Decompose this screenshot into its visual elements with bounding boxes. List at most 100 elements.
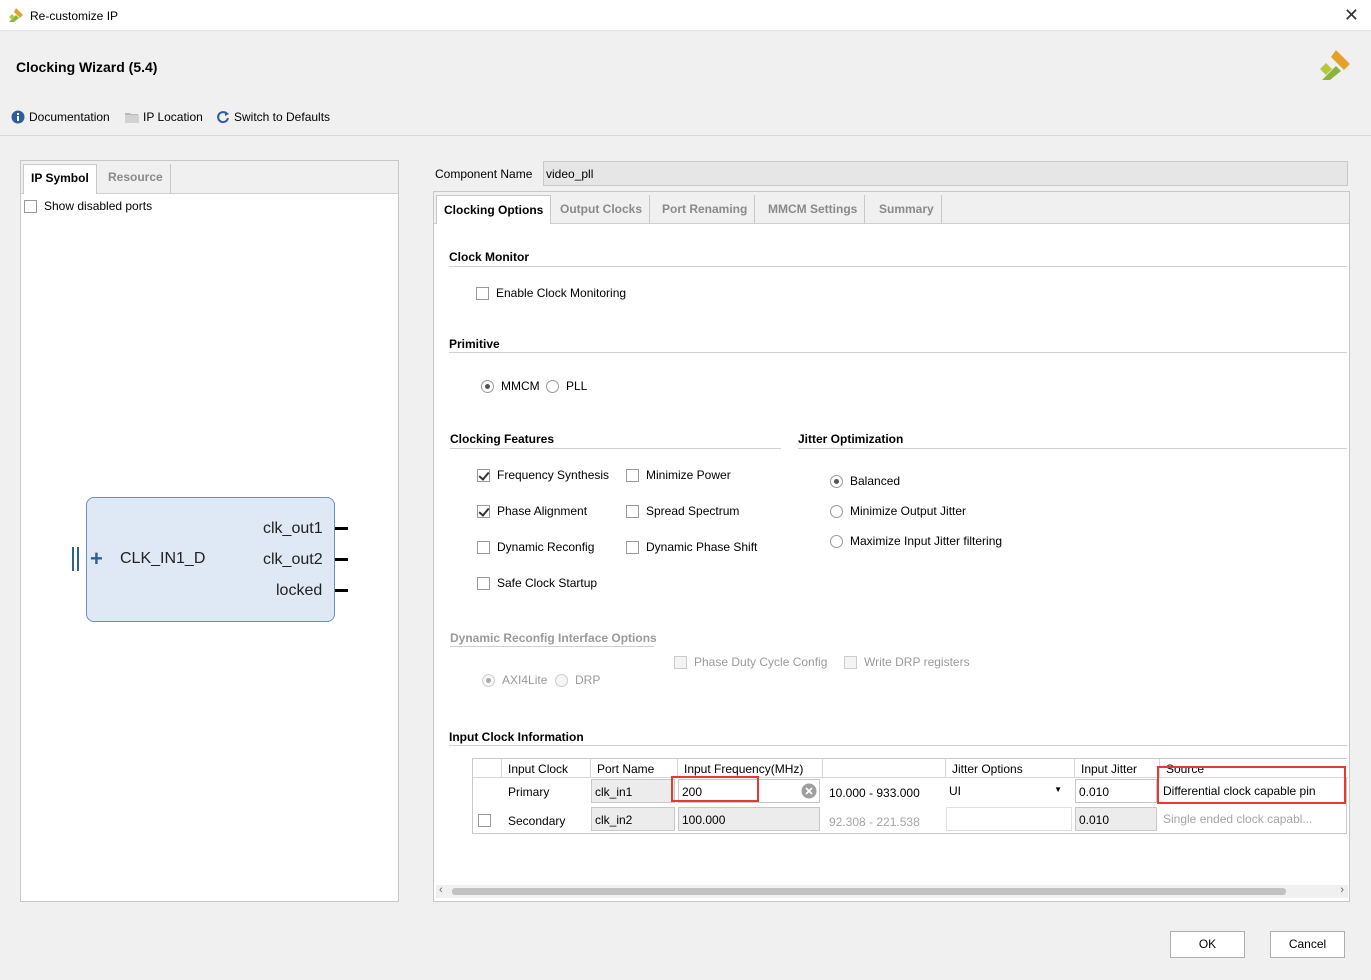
ip-location-label: IP Location bbox=[143, 110, 203, 124]
expand-plus-icon[interactable]: + bbox=[90, 548, 103, 570]
frequency-synthesis-label: Frequency Synthesis bbox=[497, 468, 610, 482]
safe-clock-startup-label: Safe Clock Startup bbox=[497, 576, 598, 590]
port-name-cell[interactable]: clk_in1 bbox=[591, 779, 675, 803]
minimize-output-jitter-label: Minimize Output Jitter bbox=[850, 504, 967, 518]
section-divider bbox=[450, 448, 781, 449]
enable-clock-monitoring-checkbox[interactable] bbox=[476, 286, 489, 300]
minimize-power-label: Minimize Power bbox=[646, 468, 731, 482]
table-cell: Secondary bbox=[508, 814, 566, 828]
axi4lite-option[interactable]: AXI4Lite bbox=[482, 673, 547, 687]
input-jitter-field[interactable]: 0.010 bbox=[1075, 807, 1157, 831]
output-port-label: clk_out2 bbox=[263, 551, 323, 568]
primitive-pll-option[interactable]: PLL bbox=[546, 379, 587, 393]
dynamic-reconfig-checkbox[interactable] bbox=[477, 540, 490, 554]
table-header bbox=[473, 759, 502, 778]
jitter-minimize-output-option[interactable]: Minimize Output Jitter bbox=[830, 504, 966, 518]
scroll-right-icon[interactable]: › bbox=[1340, 884, 1344, 896]
dynamic-reconfig-label: Dynamic Reconfig bbox=[497, 540, 595, 554]
primitive-mmcm-option[interactable]: MMCM bbox=[481, 379, 540, 393]
output-port-label: clk_out1 bbox=[263, 520, 323, 537]
jitter-options-select[interactable]: UI ▼ bbox=[946, 779, 1072, 803]
ip-symbol-panel: IP Symbol Resource Show disabled ports +… bbox=[20, 160, 399, 902]
frequency-synthesis-checkbox[interactable] bbox=[477, 468, 490, 482]
section-divider bbox=[449, 266, 1347, 267]
phase-alignment-checkbox[interactable] bbox=[477, 504, 490, 518]
balanced-label: Balanced bbox=[850, 474, 901, 488]
clear-field-icon[interactable] bbox=[801, 783, 817, 799]
primitive-title: Primitive bbox=[449, 337, 500, 351]
tab-output-clocks[interactable]: Output Clocks bbox=[553, 195, 651, 224]
wizard-title: Clocking Wizard (5.4) bbox=[16, 59, 158, 75]
close-icon[interactable]: ✕ bbox=[1344, 5, 1359, 26]
frequency-synthesis-option[interactable]: Frequency Synthesis bbox=[477, 468, 609, 482]
pll-radio[interactable] bbox=[546, 379, 559, 393]
tab-ip-symbol[interactable]: IP Symbol bbox=[23, 164, 97, 194]
minimize-output-jitter-radio[interactable] bbox=[830, 504, 843, 518]
mmcm-radio[interactable] bbox=[481, 379, 494, 393]
horizontal-scrollbar[interactable]: ‹ › bbox=[436, 884, 1348, 898]
dynamic-phase-shift-checkbox[interactable] bbox=[626, 540, 639, 554]
minimize-power-option[interactable]: Minimize Power bbox=[626, 468, 731, 482]
axi4lite-radio[interactable] bbox=[482, 673, 495, 687]
show-disabled-ports-label: Show disabled ports bbox=[44, 199, 153, 213]
jitter-options-select[interactable] bbox=[946, 807, 1072, 831]
show-disabled-ports-option[interactable]: Show disabled ports bbox=[24, 199, 152, 213]
drp-options-title: Dynamic Reconfig Interface Options bbox=[450, 631, 657, 645]
output-pin bbox=[335, 589, 348, 592]
jitter-maximize-input-option[interactable]: Maximize Input Jitter filtering bbox=[830, 534, 1002, 548]
bus-bar-left bbox=[72, 547, 74, 571]
scroll-left-icon[interactable]: ‹ bbox=[439, 884, 443, 896]
ok-button[interactable]: OK bbox=[1170, 931, 1245, 958]
highlight-frequency bbox=[671, 776, 759, 802]
balanced-radio[interactable] bbox=[830, 474, 843, 488]
source-select[interactable]: Single ended clock capabl... bbox=[1160, 807, 1346, 831]
table-cell: Primary bbox=[508, 785, 550, 799]
documentation-button[interactable]: Documentation bbox=[11, 110, 110, 124]
port-name-cell[interactable]: clk_in2 bbox=[591, 807, 675, 831]
drp-option[interactable]: DRP bbox=[555, 673, 600, 687]
input-clock-info-title: Input Clock Information bbox=[449, 730, 584, 744]
section-divider bbox=[450, 646, 654, 647]
dynamic-phase-shift-option[interactable]: Dynamic Phase Shift bbox=[626, 540, 757, 554]
xilinx-brand-logo bbox=[1320, 50, 1350, 80]
phase-alignment-option[interactable]: Phase Alignment bbox=[477, 504, 587, 518]
input-frequency-field[interactable]: 100.000 bbox=[678, 807, 820, 831]
phase-duty-cycle-checkbox[interactable] bbox=[674, 655, 687, 669]
tab-summary[interactable]: Summary bbox=[872, 195, 942, 224]
safe-clock-startup-option[interactable]: Safe Clock Startup bbox=[477, 576, 597, 590]
dynamic-reconfig-option[interactable]: Dynamic Reconfig bbox=[477, 540, 594, 554]
tab-clocking-options[interactable]: Clocking Options bbox=[436, 195, 552, 224]
maximize-input-jitter-radio[interactable] bbox=[830, 534, 843, 548]
tab-port-renaming[interactable]: Port Renaming bbox=[655, 195, 756, 224]
tab-resource[interactable]: Resource bbox=[101, 164, 171, 194]
component-name-input[interactable]: video_pll bbox=[543, 161, 1348, 186]
secondary-enable-checkbox[interactable] bbox=[478, 814, 491, 828]
axi4lite-label: AXI4Lite bbox=[502, 673, 548, 687]
secondary-enable[interactable] bbox=[478, 813, 491, 828]
scrollbar-thumb[interactable] bbox=[452, 888, 1286, 895]
ip-location-button[interactable]: IP Location bbox=[125, 110, 203, 124]
drp-radio[interactable] bbox=[555, 673, 568, 687]
spread-spectrum-checkbox[interactable] bbox=[626, 504, 639, 518]
folder-icon bbox=[125, 113, 139, 123]
tab-mmcm-settings[interactable]: MMCM Settings bbox=[761, 195, 866, 224]
write-drp-registers-option[interactable]: Write DRP registers bbox=[844, 655, 970, 669]
switch-to-defaults-button[interactable]: Switch to Defaults bbox=[216, 110, 330, 124]
minimize-power-checkbox[interactable] bbox=[626, 468, 639, 482]
cancel-button[interactable]: Cancel bbox=[1270, 931, 1345, 958]
table-header: Jitter Options bbox=[946, 759, 1075, 778]
highlight-source bbox=[1157, 766, 1346, 804]
jitter-balanced-option[interactable]: Balanced bbox=[830, 474, 900, 488]
component-name-label: Component Name bbox=[435, 167, 533, 181]
enable-clock-monitoring-option[interactable]: Enable Clock Monitoring bbox=[476, 286, 626, 300]
input-jitter-field[interactable]: 0.010 bbox=[1075, 779, 1157, 803]
safe-clock-startup-checkbox[interactable] bbox=[477, 576, 490, 590]
jitter-optimization-title: Jitter Optimization bbox=[798, 432, 904, 446]
pll-label: PLL bbox=[566, 379, 588, 393]
show-disabled-ports-checkbox[interactable] bbox=[24, 199, 37, 213]
phase-duty-cycle-option[interactable]: Phase Duty Cycle Config bbox=[674, 655, 827, 669]
write-drp-registers-checkbox[interactable] bbox=[844, 655, 857, 669]
frequency-range-cell: 10.000 - 933.000 bbox=[829, 786, 920, 800]
spread-spectrum-option[interactable]: Spread Spectrum bbox=[626, 504, 739, 518]
dropdown-arrow-icon[interactable]: ▼ bbox=[1054, 785, 1062, 794]
